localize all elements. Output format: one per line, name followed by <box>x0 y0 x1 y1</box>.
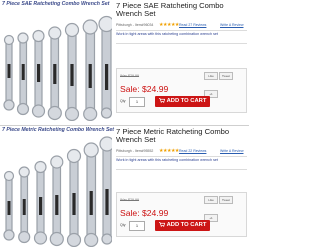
was-price: Was $29.99 <box>120 198 140 202</box>
price-box: Was $29.99 Like Tweet+1 Sale: $24.99 Qty … <box>116 68 247 113</box>
qty-label: Qty <box>120 99 126 103</box>
was-price: Was $29.99 <box>120 74 140 78</box>
divider <box>116 169 247 170</box>
product-panel-metric: 7 Piece Metric Ratcheting Combo Wrench S… <box>0 125 249 251</box>
write-review-link[interactable]: Write A Review <box>220 149 243 153</box>
add-to-cart-button[interactable]: ADD TO CART <box>155 220 210 231</box>
product-title: 7 Piece Metric Ratcheting Combo Wrench S… <box>116 127 230 145</box>
social-buttons: Like Tweet+1 <box>203 72 243 98</box>
cart-icon <box>158 222 165 227</box>
wrench-set-image[interactable] <box>2 135 112 247</box>
social-buttons: Like Tweet+1 <box>203 196 243 222</box>
quantity-input[interactable]: 1 <box>129 97 145 107</box>
sale-price: Sale: $24.99 <box>120 84 169 94</box>
product-blurb: Work in tight areas with this ratcheting… <box>116 158 219 162</box>
wrench-set-image[interactable] <box>2 9 112 121</box>
sale-price: Sale: $24.99 <box>120 208 169 218</box>
image-caption: 7 Piece SAE Ratcheting Combo Wrench Set <box>2 1 110 7</box>
price-box: Was $29.99 Like Tweet+1 Sale: $24.99 Qty … <box>116 192 247 237</box>
product-meta: Pittsburgh - Item#95552 ★★★★★ Read 22 Re… <box>116 148 247 155</box>
reviews-link[interactable]: Read 27 Reviews <box>179 23 206 27</box>
cart-icon <box>158 98 165 103</box>
product-title: 7 Piece SAE Ratcheting Combo Wrench Set <box>116 1 224 19</box>
quantity-input[interactable]: 1 <box>129 221 145 231</box>
star-icon: ★★★★★ <box>159 22 179 28</box>
sku-label: Pittsburgh - Item#96034 <box>116 23 154 27</box>
sku-label: Pittsburgh - Item#95552 <box>116 149 154 153</box>
product-panel-sae: 7 Piece SAE Ratcheting Combo Wrench Set <box>0 0 249 125</box>
image-caption: 7 Piece Metric Ratcheting Combo Wrench S… <box>2 127 115 133</box>
tweet-button[interactable]: Tweet <box>219 72 233 80</box>
tweet-button[interactable]: Tweet <box>219 196 233 204</box>
divider <box>116 156 247 157</box>
star-icon: ★★★★★ <box>159 148 179 154</box>
like-button[interactable]: Like <box>204 196 218 204</box>
add-to-cart-label: ADD TO CART <box>166 98 207 104</box>
product-blurb: Work in tight areas with this ratcheting… <box>116 32 219 36</box>
add-to-cart-label: ADD TO CART <box>166 222 207 228</box>
qty-label: Qty <box>120 223 126 227</box>
divider <box>116 43 247 44</box>
like-button[interactable]: Like <box>204 72 218 80</box>
divider <box>116 30 247 31</box>
add-to-cart-button[interactable]: ADD TO CART <box>155 96 210 107</box>
product-meta: Pittsburgh - Item#96034 ★★★★★ Read 27 Re… <box>116 22 247 29</box>
write-review-link[interactable]: Write A Review <box>220 23 243 27</box>
reviews-link[interactable]: Read 22 Reviews <box>179 149 206 153</box>
